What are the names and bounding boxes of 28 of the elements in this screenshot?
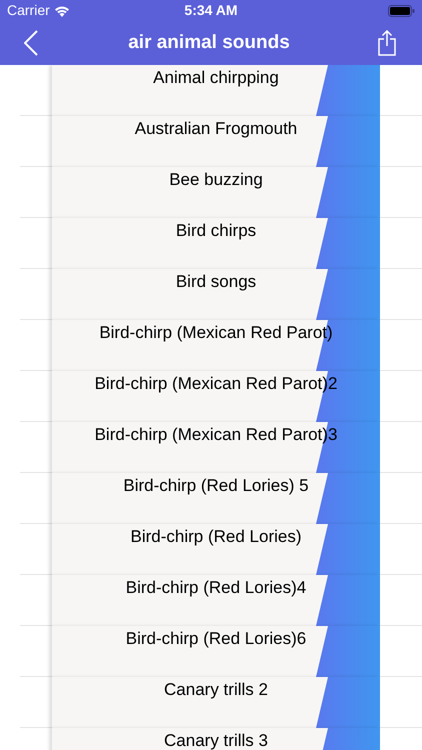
battery-icon	[388, 4, 415, 16]
nav-title: air animal sounds	[128, 30, 290, 55]
slanted-tab-icon	[316, 269, 380, 320]
sound-item[interactable]: Canary trills 2	[52, 677, 380, 728]
sound-item[interactable]: Australian Frogmouth	[52, 116, 380, 167]
sound-item[interactable]: Bird-chirp (Red Lories)	[52, 524, 380, 575]
sound-item[interactable]: Bee buzzing	[52, 167, 380, 218]
slanted-tab-icon	[316, 167, 380, 218]
status-time: 5:34 AM	[184, 1, 238, 20]
sound-item[interactable]: Bird-chirp (Red Lories)4	[52, 575, 380, 626]
slanted-tab-icon	[316, 473, 380, 524]
slanted-tab-icon	[316, 626, 380, 677]
sound-item[interactable]: Bird songs	[52, 269, 380, 320]
wifi-icon	[54, 4, 70, 16]
sound-item[interactable]: Animal chirpping	[52, 65, 380, 116]
slanted-tab-icon	[316, 575, 380, 626]
sound-item[interactable]: Canary trills 3	[52, 728, 380, 750]
share-button[interactable]	[376, 29, 398, 57]
sound-item[interactable]: Bird chirps	[52, 218, 380, 269]
sound-item[interactable]: Bird-chirp (Red Lories) 5	[52, 473, 380, 524]
slanted-tab-icon	[316, 116, 380, 167]
slanted-tab-icon	[316, 218, 380, 269]
slanted-tab-icon	[316, 65, 380, 116]
back-chevron-icon	[24, 30, 38, 56]
sound-item[interactable]: Bird-chirp (Red Lories)6	[52, 626, 380, 677]
slanted-tab-icon	[316, 524, 380, 575]
share-icon	[376, 30, 397, 56]
carrier-label: Carrier	[7, 1, 50, 20]
